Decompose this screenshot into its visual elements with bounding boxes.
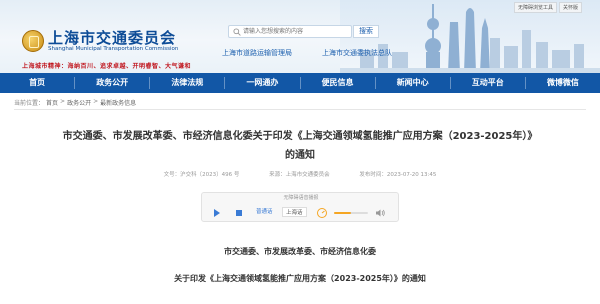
breadcrumb-government-affairs[interactable]: 政务公开	[67, 98, 91, 107]
nav-weibo-wechat[interactable]: 微博微信	[526, 73, 600, 93]
search-input[interactable]	[243, 26, 349, 37]
stop-icon[interactable]	[236, 210, 242, 216]
breadcrumb-prefix: 当前位置：	[14, 100, 45, 107]
article-meta: 文号：沪交科〔2023〕496 号 来源：上海市交通委员会 发布时间：2023-…	[0, 170, 600, 178]
audio-player: 无障碍语音播报 普通话 上海话	[201, 192, 399, 222]
voice-mandarin-option[interactable]: 普通话	[256, 207, 273, 215]
nav-one-stop-service[interactable]: 一网通办	[225, 73, 299, 93]
article-title: 市交通委、市发展改革委、市经济信息化委关于印发《上海交通领域氢能推广应用方案（2…	[30, 127, 570, 165]
voice-shanghainese-option[interactable]: 上海话	[282, 207, 307, 217]
top-utility-links: 无障碍浏览工具 关怀版	[513, 2, 582, 13]
play-icon[interactable]	[214, 209, 220, 217]
doc-number: 文号：沪交科〔2023〕496 号	[163, 172, 240, 178]
publish-date: 发布时间：2023-07-20 13:45	[359, 172, 437, 178]
site-subtitle: Shanghai Municipal Transportation Commis…	[48, 46, 179, 52]
document-notice-heading: 关于印发《上海交通领域氢能推广应用方案（2023-2025年）》的通知	[174, 274, 426, 283]
document-issuers: 市交通委、市发展改革委、市经济信息化委	[224, 247, 376, 256]
player-caption: 无障碍语音播报	[283, 195, 319, 201]
nav-public-info[interactable]: 便民信息	[301, 73, 375, 93]
breadcrumb: 当前位置： 首页 > 政务公开 > 最新政务信息	[14, 98, 136, 107]
breadcrumb-separator: >	[60, 98, 66, 105]
volume-level	[334, 212, 351, 214]
volume-icon[interactable]	[374, 207, 386, 219]
quick-link-road-transport[interactable]: 上海市道路运输管理局	[222, 48, 292, 58]
article-title-line: 市交通委、市发展改革委、市经济信息化委关于印发《上海交通领域氢能推广应用方案（2…	[62, 131, 538, 142]
search-box	[228, 25, 352, 38]
main-nav: 首页 政务公开 法律法规 一网通办 便民信息 新闻中心 互动平台 微博微信	[0, 73, 600, 93]
doc-source: 来源：上海市交通委员会	[269, 172, 330, 178]
nav-interaction[interactable]: 互动平台	[451, 73, 525, 93]
breadcrumb-home[interactable]: 首页	[46, 98, 58, 107]
commission-emblem-icon[interactable]	[22, 30, 44, 52]
care-version-link[interactable]: 关怀版	[558, 2, 582, 13]
breadcrumb-divider	[14, 109, 586, 110]
search-button[interactable]: 搜索	[353, 25, 379, 38]
site-header: 上海市交通委员会 Shanghai Municipal Transportati…	[0, 0, 600, 73]
breadcrumb-latest-info[interactable]: 最新政务信息	[100, 98, 136, 107]
nav-government-affairs[interactable]: 政务公开	[75, 73, 149, 93]
city-slogan: 上海城市精神：海纳百川、追求卓越、开明睿智、大气谦和	[22, 63, 192, 70]
article-title-line: 的通知	[285, 150, 315, 161]
volume-slider[interactable]	[334, 212, 368, 214]
nav-news-center[interactable]: 新闻中心	[376, 73, 450, 93]
accessibility-tool-link[interactable]: 无障碍浏览工具	[513, 2, 557, 13]
breadcrumb-separator: >	[93, 98, 99, 105]
nav-laws[interactable]: 法律法规	[150, 73, 224, 93]
quick-link-enforcement[interactable]: 上海市交通委执法总队	[322, 48, 392, 58]
search-icon	[233, 28, 241, 36]
site-title[interactable]: 上海市交通委员会	[48, 27, 176, 48]
speed-icon[interactable]	[316, 207, 328, 219]
nav-home[interactable]: 首页	[0, 73, 74, 93]
